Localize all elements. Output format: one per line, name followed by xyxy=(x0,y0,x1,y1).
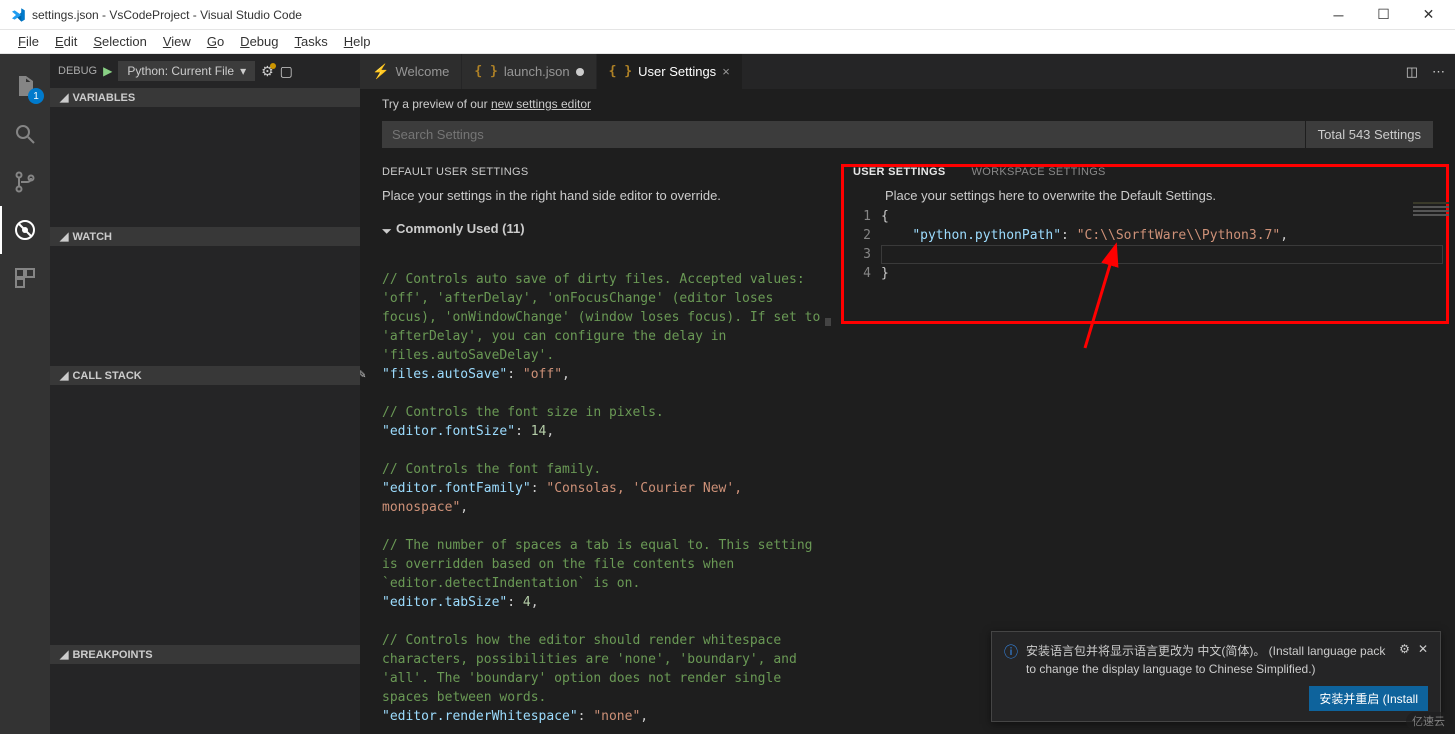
search-icon[interactable] xyxy=(0,110,50,158)
breakpoints-section-header[interactable]: ◢BREAKPOINTS xyxy=(50,645,360,664)
preview-message: Try a preview of our new settings editor xyxy=(360,89,1455,111)
source-control-icon[interactable] xyxy=(0,158,50,206)
debug-icon[interactable] xyxy=(0,206,50,254)
scrollbar-thumb[interactable] xyxy=(825,318,831,326)
user-settings-hint: Place your settings here to overwrite th… xyxy=(847,186,1443,207)
menu-view[interactable]: View xyxy=(155,32,199,51)
variables-section-header[interactable]: ◢VARIABLES xyxy=(50,88,360,107)
debug-config-dropdown[interactable]: Python: Current File▾ xyxy=(118,61,255,81)
watch-section-header[interactable]: ◢WATCH xyxy=(50,227,360,246)
default-settings-code: // Controls auto save of dirty files. Ac… xyxy=(382,251,823,734)
menu-go[interactable]: Go xyxy=(199,32,232,51)
default-settings-desc: Place your settings in the right hand si… xyxy=(382,184,823,217)
info-icon: ⓘ xyxy=(1004,642,1018,662)
install-restart-button[interactable]: 安装并重启 (Install xyxy=(1309,686,1428,711)
minimize-button[interactable]: ─ xyxy=(1316,0,1361,29)
tab-welcome[interactable]: ⚡Welcome xyxy=(360,54,462,89)
callstack-section-header[interactable]: ◢CALL STACK xyxy=(50,366,360,385)
json-icon: { } xyxy=(474,64,497,79)
menu-selection[interactable]: Selection xyxy=(85,32,154,51)
search-settings-input[interactable] xyxy=(382,121,1305,148)
tab-launch-json[interactable]: { }launch.json xyxy=(462,54,596,89)
vscode-icon: ⚡ xyxy=(372,63,389,80)
debug-sidebar: DEBUG ▶ Python: Current File▾ ⚙ ▢ ◢VARIA… xyxy=(50,54,360,734)
notification-message: 安装语言包并将显示语言更改为 中文(简体)。 (Install language… xyxy=(1026,642,1391,678)
debug-console-icon[interactable]: ▢ xyxy=(280,63,293,80)
total-settings-label: Total 543 Settings xyxy=(1305,121,1433,148)
notification-toast: ⓘ 安装语言包并将显示语言更改为 中文(简体)。 (Install langua… xyxy=(991,631,1441,722)
explorer-badge: 1 xyxy=(28,88,44,104)
more-actions-icon[interactable]: ⋯ xyxy=(1432,64,1445,80)
extensions-icon[interactable] xyxy=(0,254,50,302)
editor-area: ⚡Welcome { }launch.json { }User Settings… xyxy=(360,54,1455,734)
menu-debug[interactable]: Debug xyxy=(232,32,286,51)
code-line-2: 2 "python.pythonPath": "C:\\SorftWare\\P… xyxy=(847,226,1443,245)
code-line-4: 4} xyxy=(847,264,1443,283)
chevron-down-icon: ▾ xyxy=(240,64,246,78)
callstack-section xyxy=(50,385,360,645)
dirty-indicator-icon xyxy=(576,68,584,76)
split-editor-icon[interactable]: ◫ xyxy=(1406,64,1418,80)
tab-workspace-settings-scope[interactable]: WORKSPACE SETTINGS xyxy=(972,166,1106,178)
close-window-button[interactable]: ✕ xyxy=(1406,0,1451,29)
editor-tabs: ⚡Welcome { }launch.json { }User Settings… xyxy=(360,54,1455,89)
menu-file[interactable]: File xyxy=(10,32,47,51)
tab-user-settings[interactable]: { }User Settings× xyxy=(597,54,743,89)
minimap[interactable] xyxy=(1409,200,1453,310)
edit-pencil-icon[interactable]: ✎ xyxy=(360,365,366,384)
menu-bar: File Edit Selection View Go Debug Tasks … xyxy=(0,30,1455,54)
maximize-button[interactable]: ☐ xyxy=(1361,0,1406,29)
explorer-icon[interactable]: 1 xyxy=(0,62,50,110)
watch-section xyxy=(50,246,360,366)
commonly-used-header[interactable]: Commonly Used (11) xyxy=(382,217,823,251)
json-icon: { } xyxy=(609,64,632,79)
activity-bar: 1 xyxy=(0,54,50,734)
menu-help[interactable]: Help xyxy=(336,32,379,51)
code-line-3: 3 xyxy=(847,245,1443,264)
notification-close-icon[interactable]: ✕ xyxy=(1418,642,1428,656)
watermark: 亿速云 xyxy=(1406,712,1451,730)
notification-settings-icon[interactable]: ⚙ xyxy=(1399,642,1410,656)
debug-label: DEBUG xyxy=(58,65,97,77)
new-settings-editor-link[interactable]: new settings editor xyxy=(491,97,591,111)
vscode-logo-icon xyxy=(10,7,26,23)
window-titlebar: settings.json - VsCodeProject - Visual S… xyxy=(0,0,1455,30)
default-settings-pane[interactable]: DEFAULT USER SETTINGS Place your setting… xyxy=(360,158,835,734)
tab-user-settings-scope[interactable]: USER SETTINGS xyxy=(853,166,946,178)
menu-edit[interactable]: Edit xyxy=(47,32,85,51)
menu-tasks[interactable]: Tasks xyxy=(286,32,335,51)
window-title: settings.json - VsCodeProject - Visual S… xyxy=(32,8,1316,22)
close-tab-icon[interactable]: × xyxy=(722,64,730,79)
debug-settings-icon[interactable]: ⚙ xyxy=(261,63,274,80)
start-debug-button[interactable]: ▶ xyxy=(103,64,112,78)
default-settings-header: DEFAULT USER SETTINGS xyxy=(382,158,823,184)
code-line-1: 1{ xyxy=(847,207,1443,226)
variables-section xyxy=(50,107,360,227)
